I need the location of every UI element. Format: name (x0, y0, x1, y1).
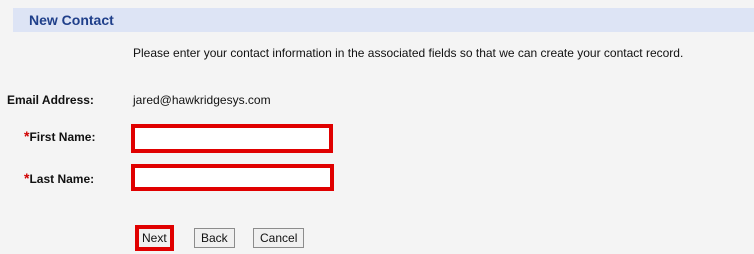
cancel-button[interactable]: Cancel (253, 228, 305, 248)
new-contact-panel: New Contact Please enter your contact in… (0, 0, 754, 254)
last-name-label-text: Last Name: (29, 172, 95, 186)
email-address-value: jared@hawkridgesys.com (133, 93, 271, 107)
first-name-input[interactable] (131, 124, 333, 153)
last-name-input[interactable] (131, 164, 334, 191)
panel-header: New Contact (13, 8, 754, 32)
email-address-label: Email Address: (7, 93, 94, 107)
panel-title: New Contact (29, 12, 114, 28)
next-button[interactable]: Next (135, 225, 174, 251)
back-button[interactable]: Back (194, 228, 235, 248)
first-name-label: *First Name: (24, 128, 95, 144)
last-name-label: *Last Name: (24, 170, 94, 186)
first-name-label-text: First Name: (29, 130, 96, 144)
intro-text: Please enter your contact information in… (133, 46, 684, 60)
